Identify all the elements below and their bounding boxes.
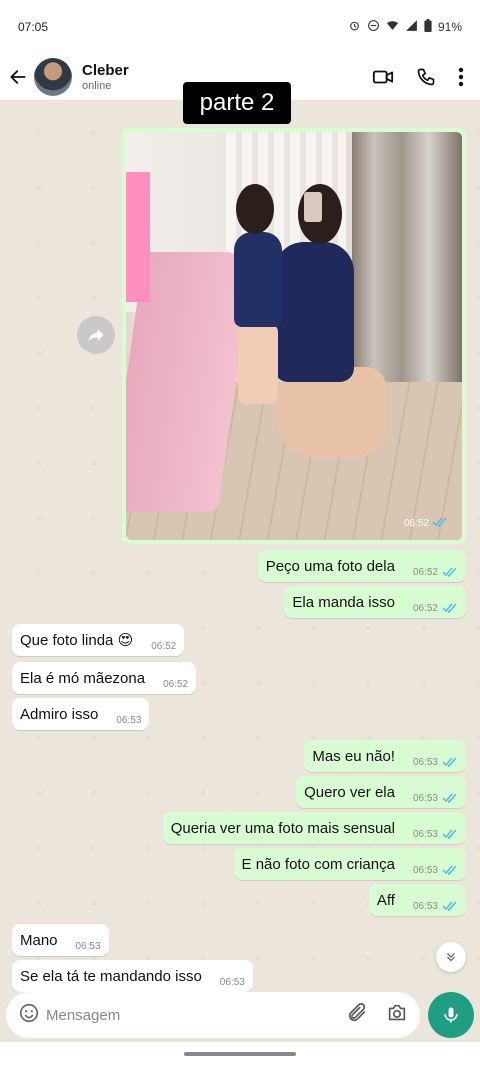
read-ticks-icon <box>442 603 458 613</box>
message-text: Mas eu não! <box>312 747 395 765</box>
contact-info[interactable]: Cleber online <box>82 62 129 92</box>
message-time: 06:53 <box>116 714 142 726</box>
outgoing-message[interactable]: Mas eu não! 06:53 <box>304 740 466 772</box>
message-input[interactable] <box>46 1006 336 1024</box>
read-ticks-icon <box>442 567 458 577</box>
message-text: Aff <box>376 891 395 909</box>
microphone-icon[interactable] <box>428 992 474 1038</box>
incoming-message[interactable]: Ela é mó mãezona 06:52 <box>12 662 197 694</box>
read-ticks-icon <box>442 757 458 767</box>
camera-icon[interactable] <box>386 1002 408 1029</box>
photo-image[interactable]: 06:52 <box>126 132 462 540</box>
message-time: 06:53 <box>412 864 438 876</box>
message-text: Que foto linda 😍 <box>20 632 134 649</box>
status-bar: 07:05 91% <box>0 0 480 54</box>
message-time: 06:52 <box>412 602 438 614</box>
alarm-icon <box>348 19 361 35</box>
message-text: Peço uma foto dela <box>265 557 395 575</box>
message-time: 06:53 <box>219 976 245 988</box>
message-text: Ela manda isso <box>292 593 395 611</box>
paperclip-icon[interactable] <box>346 1002 368 1029</box>
message-time: 06:53 <box>412 900 438 912</box>
message-text: E não foto com criança <box>241 855 395 873</box>
message-text: Ela é mó mãezona <box>20 669 146 687</box>
outgoing-message[interactable]: E não foto com criança 06:53 <box>233 848 466 880</box>
incoming-message[interactable]: Admiro isso 06:53 <box>12 698 150 730</box>
read-ticks-icon <box>442 829 458 839</box>
header-actions <box>372 66 464 88</box>
message-time: 06:53 <box>412 792 438 804</box>
outgoing-message[interactable]: Queria ver uma foto mais sensual 06:53 <box>162 812 466 844</box>
outgoing-message[interactable]: Aff 06:53 <box>368 884 466 916</box>
input-actions <box>346 1002 408 1029</box>
read-ticks-icon <box>442 901 458 911</box>
chat-area[interactable]: 06:52 Peço uma foto dela 06:52 Ela manda i… <box>0 100 480 992</box>
signal-icon <box>405 19 418 35</box>
message-time: 06:52 <box>412 566 438 578</box>
outgoing-message[interactable]: Peço uma foto dela 06:52 <box>257 550 466 582</box>
battery-icon <box>424 19 432 35</box>
message-time: 06:52 <box>151 640 177 652</box>
photo-message[interactable]: 06:52 <box>122 128 466 544</box>
message-text: Admiro isso <box>20 705 99 723</box>
photo-timestamp: 06:52 <box>404 517 448 530</box>
contact-name: Cleber <box>82 62 129 79</box>
back-arrow-icon[interactable] <box>2 54 34 100</box>
phone-icon[interactable] <box>416 67 436 87</box>
video-call-icon[interactable] <box>372 66 394 88</box>
status-icons: 91% <box>348 19 462 35</box>
contact-status: online <box>82 80 112 92</box>
message-text: Queria ver uma foto mais sensual <box>170 819 395 837</box>
system-nav-bar <box>0 1042 480 1066</box>
incoming-message[interactable]: Que foto linda 😍 06:52 <box>12 624 185 656</box>
message-text: Mano <box>20 931 58 949</box>
emoji-icon[interactable] <box>18 1002 40 1029</box>
caption-overlay: parte 2 <box>183 82 291 124</box>
outgoing-message[interactable]: Quero ver ela 06:53 <box>296 776 466 808</box>
battery-percent: 91% <box>437 20 462 34</box>
more-vert-icon[interactable] <box>458 67 464 87</box>
message-time: 06:53 <box>412 828 438 840</box>
message-text: Se ela tá te mandando isso <box>20 967 202 985</box>
dnd-icon <box>367 19 380 35</box>
read-ticks-icon <box>432 517 448 530</box>
forward-icon[interactable] <box>77 316 115 354</box>
message-text: Quero ver ela <box>304 783 395 801</box>
wifi-icon <box>386 19 399 35</box>
nav-handle[interactable] <box>184 1052 296 1056</box>
input-area <box>0 992 480 1042</box>
read-ticks-icon <box>442 865 458 875</box>
status-time: 07:05 <box>18 20 49 34</box>
incoming-message[interactable]: Mano 06:53 <box>12 924 109 956</box>
outgoing-message[interactable]: Ela manda isso 06:52 <box>284 586 466 618</box>
message-time: 06:53 <box>75 940 101 952</box>
chevron-double-down-icon[interactable] <box>436 942 466 972</box>
avatar[interactable] <box>34 58 72 96</box>
message-input-box <box>6 992 420 1038</box>
message-time: 06:52 <box>163 678 189 690</box>
incoming-message[interactable]: Se ela tá te mandando isso 06:53 <box>12 960 253 992</box>
message-time: 06:53 <box>412 756 438 768</box>
read-ticks-icon <box>442 793 458 803</box>
